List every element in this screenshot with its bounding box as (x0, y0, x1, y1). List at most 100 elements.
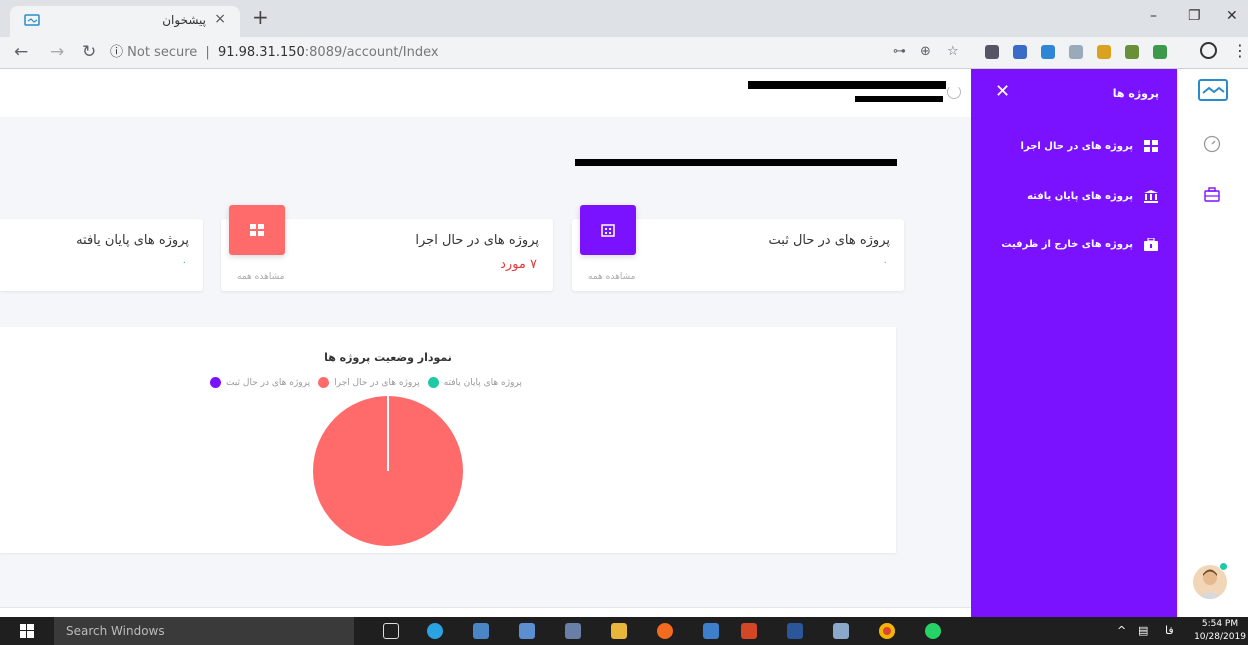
legend-item-finished[interactable]: پروژه های پایان یافته (427, 377, 522, 388)
online-status-dot (1219, 562, 1228, 571)
clock-time: 5:54 PM (1201, 619, 1239, 629)
side-item-over-capacity[interactable]: پروژه های خارج از ظرفیت (979, 233, 1159, 255)
legend-label: پروژه های پایان یافته (443, 377, 522, 388)
flower-extension-icon[interactable] (1097, 45, 1111, 59)
legend-item-registering[interactable]: پروژه های در حال ثبت (210, 377, 310, 388)
site-favicon-icon (24, 14, 40, 26)
legend-swatch (210, 377, 221, 388)
page-footer (0, 607, 971, 617)
page-header (0, 69, 971, 117)
chrome-icon[interactable] (879, 623, 895, 639)
maximize-button[interactable]: ❐ (1188, 8, 1201, 24)
firefox-icon[interactable] (657, 623, 673, 639)
clock-date: 10/28/2019 (1194, 632, 1246, 642)
pie-chart (313, 396, 463, 546)
handshake-logo-icon[interactable] (1197, 77, 1229, 107)
new-tab-button[interactable]: + (252, 5, 269, 29)
file-explorer-icon[interactable] (611, 623, 627, 639)
url-separator: | (205, 45, 210, 60)
projects-side-panel: پروژه ها ✕ پروژه های در حال اجرا پروژه ه… (971, 69, 1177, 617)
stat-card-value: ۰ (181, 257, 187, 268)
back-arrow-icon[interactable]: ← (14, 42, 28, 62)
page-content: پروژه های در حال ثبت ۰ مشاهده همه پروژه … (0, 69, 1248, 617)
leaf-extension-icon[interactable] (1125, 45, 1139, 59)
view-all-link[interactable]: مشاهده همه (237, 272, 284, 282)
windows-taskbar: Search Windows ^ ▤ فا 5:54 PM 10/28/2019 (0, 617, 1248, 645)
grid-plus-icon (1143, 139, 1159, 153)
power-icon[interactable] (947, 85, 961, 99)
side-panel-title: پروژه ها (1112, 87, 1159, 100)
project-status-chart: نمودار وضعیت پروژه ها پروژه های پایان یا… (0, 327, 896, 553)
key-icon[interactable]: ⊶ (893, 44, 906, 59)
legend-item-in-progress[interactable]: پروژه های در حال اجرا (318, 377, 420, 388)
browser-tab[interactable]: پیشخوان × (10, 6, 240, 37)
legend-label: پروژه های در حال اجرا (334, 377, 420, 388)
stat-card-registering[interactable]: پروژه های در حال ثبت ۰ مشاهده همه (572, 205, 904, 291)
stat-card-value: ۰ (882, 257, 888, 268)
forward-arrow-icon[interactable]: → (50, 42, 64, 62)
user-extension-icon[interactable] (1013, 45, 1027, 59)
stat-card-value: ۷ مورد (500, 257, 537, 272)
app-icon[interactable] (519, 623, 535, 639)
url-path: :8089/account/Index (304, 45, 439, 60)
app-icon[interactable] (473, 623, 489, 639)
tools-icon[interactable] (565, 623, 581, 639)
tab-title: پیشخوان (162, 13, 206, 27)
stat-card-finished[interactable]: پروژه های پایان یافته ۰ (0, 219, 203, 291)
notification-icon[interactable]: ▤ (1138, 624, 1148, 637)
list-extension-icon[interactable] (1069, 45, 1083, 59)
telegram-icon[interactable] (427, 623, 443, 639)
task-view-icon[interactable] (383, 623, 399, 639)
redacted-role (855, 96, 943, 102)
clapper-extension-icon[interactable] (985, 45, 999, 59)
app-icon[interactable] (703, 623, 719, 639)
powerpoint-icon[interactable] (741, 623, 757, 639)
redacted-greeting (575, 159, 897, 166)
bag-icon (1143, 237, 1159, 251)
chart-title: نمودار وضعیت پروژه ها (324, 351, 452, 364)
system-clock[interactable]: 5:54 PM 10/28/2019 (1192, 618, 1248, 644)
close-icon[interactable]: ✕ (995, 81, 1010, 102)
browser-toolbar: ← → ↻ ⓘ Not secure | 91.98.31.150:8089/a… (0, 37, 1248, 69)
legend-swatch (427, 377, 439, 388)
close-window-button[interactable]: ✕ (1226, 8, 1238, 24)
star-icon[interactable]: ☆ (947, 44, 959, 59)
legend-label: پروژه های در حال ثبت (226, 377, 311, 388)
profile-icon[interactable] (1200, 42, 1217, 59)
url-host: 91.98.31.150 (217, 45, 305, 60)
side-item-in-progress[interactable]: پروژه های در حال اجرا (979, 135, 1159, 157)
language-indicator[interactable]: فا (1165, 624, 1174, 637)
browser-menu-icon[interactable]: ⋮ (1232, 41, 1248, 60)
reload-icon[interactable]: ↻ (82, 42, 96, 62)
stat-card-in-progress[interactable]: پروژه های در حال اجرا ۷ مورد مشاهده همه (221, 205, 553, 291)
legend-swatch (318, 377, 330, 388)
grid-plus-icon (229, 205, 285, 255)
whatsapp-icon[interactable] (925, 623, 941, 639)
stat-card-title: پروژه های پایان یافته (76, 233, 189, 248)
address-bar[interactable]: ⓘ Not secure | 91.98.31.150:8089/account… (110, 41, 980, 65)
briefcase-icon[interactable] (1203, 186, 1221, 204)
windows-start-icon[interactable] (0, 617, 54, 645)
side-item-label: پروژه های در حال اجرا (1020, 140, 1133, 152)
word-icon[interactable] (787, 623, 803, 639)
building-icon (580, 205, 636, 255)
side-item-finished[interactable]: پروژه های پایان یافته (979, 185, 1159, 207)
tab-close-icon[interactable]: × (214, 11, 226, 27)
redacted-username (748, 81, 946, 89)
taskbar-search-input[interactable]: Search Windows (54, 617, 354, 645)
side-item-label: پروژه های پایان یافته (1027, 190, 1133, 202)
info-icon[interactable]: ⓘ (110, 45, 127, 60)
paint-icon[interactable] (833, 623, 849, 639)
chart-legend: پروژه های پایان یافته پروژه های در حال ا… (210, 377, 522, 388)
screen-extension-icon[interactable] (1041, 45, 1055, 59)
zoom-icon[interactable]: ⊕ (920, 44, 931, 59)
bird-extension-icon[interactable] (1153, 45, 1167, 59)
view-all-link[interactable]: مشاهده همه (588, 272, 635, 282)
security-label: Not secure (127, 45, 198, 60)
stat-card-title: پروژه های در حال ثبت (768, 233, 891, 248)
minimize-button[interactable]: – (1150, 8, 1157, 24)
tray-chevron-icon[interactable]: ^ (1117, 624, 1126, 637)
browser-tab-strip: پیشخوان × + – ❐ ✕ (0, 0, 1248, 37)
side-item-label: پروژه های خارج از ظرفیت (1001, 238, 1133, 250)
speedometer-icon[interactable] (1203, 135, 1221, 153)
